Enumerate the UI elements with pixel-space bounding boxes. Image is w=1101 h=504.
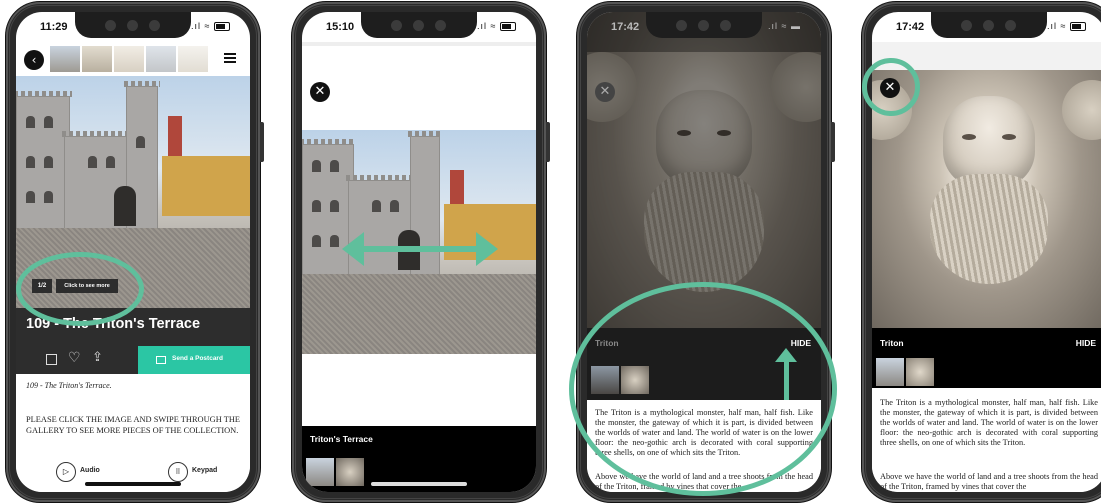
battery-icon (500, 22, 516, 32)
thumbnail[interactable] (178, 46, 208, 72)
page-title: 109 - The Triton's Terrace (26, 316, 201, 332)
thumbnail[interactable] (621, 366, 649, 394)
status-time: 17:42 (611, 21, 640, 33)
triton-photo[interactable] (872, 70, 1101, 328)
thumbnail[interactable] (114, 46, 144, 72)
palace-photo[interactable] (16, 76, 250, 308)
swipe-arrow-icon (348, 246, 490, 252)
close-button[interactable]: ✕ (880, 78, 900, 98)
caption-bar: Triton HIDE (872, 328, 1101, 388)
notch (931, 12, 1047, 38)
phone-3-screen: 17:42 .ıl ≈ ▬ ✕ Triton HIDE The Triton i… (587, 12, 821, 492)
description-paragraph-1: The Triton is a mythological monster, ha… (595, 408, 813, 458)
caption: Triton's Terrace (310, 434, 373, 444)
top-divider (302, 42, 536, 46)
battery-icon (1070, 22, 1086, 32)
action-bar: ♡ ⇪ Send a Postcard (16, 346, 250, 374)
keypad-button[interactable]: ⠿ Keypad (168, 462, 238, 482)
description: The Triton is a mythological monster, ha… (872, 388, 1101, 492)
description-paragraph-2: Above we have the world of land and a tr… (880, 472, 1098, 492)
status-time: 11:29 (40, 21, 68, 33)
description-paragraph-2: Above we have the world of land and a tr… (595, 472, 813, 492)
thumbnail[interactable] (306, 458, 334, 486)
phone-4-screen: 17:42 .ıl ≈ ✕ Triton HIDE The Triton is … (872, 12, 1101, 492)
close-button[interactable]: ✕ (595, 82, 615, 102)
keypad-label: Keypad (192, 467, 218, 474)
battery-icon (214, 22, 230, 32)
description: The Triton is a mythological monster, ha… (587, 400, 821, 492)
phone-2: 15:10 .ıl ≈ ✕ Triton's Terrace (292, 2, 550, 502)
up-arrow-icon (784, 358, 789, 400)
status-icons: .ıl ≈ ▬ (768, 21, 801, 31)
share-icon[interactable]: ⇪ (92, 350, 103, 365)
status-icons: .ıl ≈ (477, 21, 516, 32)
notch (646, 12, 762, 38)
audio-button[interactable]: ▷ Audio (56, 462, 116, 482)
triton-photo[interactable] (587, 12, 821, 328)
thumbnail[interactable] (906, 358, 934, 386)
home-indicator (371, 482, 467, 486)
thumbnail[interactable] (82, 46, 112, 72)
close-button[interactable]: ✕ (310, 82, 330, 102)
thumbnail[interactable] (591, 366, 619, 394)
image-counter: 1/2 (32, 279, 52, 293)
bottom-bar: ▷ Audio ⠿ Keypad (16, 456, 250, 492)
phone-1-screen: 11:29 .ıl ≈ ‹ 1/2 Click to see more 109 … (16, 12, 250, 492)
phone-4: 17:42 .ıl ≈ ✕ Triton HIDE The Triton is … (862, 2, 1101, 502)
swipe-arrow-right-head (476, 232, 498, 266)
heart-icon[interactable]: ♡ (68, 350, 81, 366)
phone-3: 17:42 .ıl ≈ ▬ ✕ Triton HIDE The Triton i… (569, 2, 837, 502)
thumbnail[interactable] (50, 46, 80, 72)
caption-bar: Triton HIDE (587, 328, 821, 400)
caption: Triton (595, 338, 619, 348)
thumbnail[interactable] (336, 458, 364, 486)
status-icons: .ıl ≈ (191, 21, 230, 32)
notch (75, 12, 191, 38)
description-paragraph-1: The Triton is a mythological monster, ha… (880, 398, 1098, 448)
side-button (260, 122, 264, 162)
hide-button[interactable]: HIDE (791, 338, 811, 348)
swipe-arrow-left-head (342, 232, 364, 266)
phone-2-screen: 15:10 .ıl ≈ ✕ Triton's Terrace (302, 12, 536, 492)
side-button (546, 122, 550, 162)
back-button[interactable]: ‹ (24, 50, 44, 70)
list-icon[interactable] (224, 53, 236, 63)
top-divider (872, 42, 1101, 70)
up-arrow-head (775, 348, 797, 362)
postcard-icon (156, 356, 166, 364)
hide-button[interactable]: HIDE (1076, 338, 1096, 348)
palace-photo[interactable] (302, 130, 536, 354)
send-postcard-button[interactable]: Send a Postcard (138, 346, 250, 374)
keypad-icon: ⠿ (168, 462, 188, 482)
see-more-button[interactable]: Click to see more (56, 279, 118, 293)
audio-label: Audio (80, 467, 100, 474)
phone-1: 11:29 .ıl ≈ ‹ 1/2 Click to see more 109 … (6, 2, 264, 502)
status-icons: .ıl ≈ (1047, 21, 1086, 32)
thumbnail-strip[interactable]: ‹ (16, 42, 250, 76)
status-time: 17:42 (896, 21, 925, 33)
thumbnail[interactable] (146, 46, 176, 72)
notch (361, 12, 477, 38)
instructions: PLEASE CLICK THE IMAGE AND SWIPE THROUGH… (26, 415, 240, 435)
thumbnail[interactable] (876, 358, 904, 386)
edit-icon[interactable] (46, 354, 57, 365)
status-time: 15:10 (326, 21, 355, 33)
side-button (831, 122, 835, 162)
send-postcard-label: Send a Postcard (172, 355, 223, 362)
title-bar: 109 - The Triton's Terrace (16, 308, 250, 346)
home-indicator (85, 482, 181, 486)
play-icon: ▷ (56, 462, 76, 482)
subtitle: 109 - The Triton's Terrace. (26, 381, 112, 390)
caption: Triton (880, 338, 904, 348)
